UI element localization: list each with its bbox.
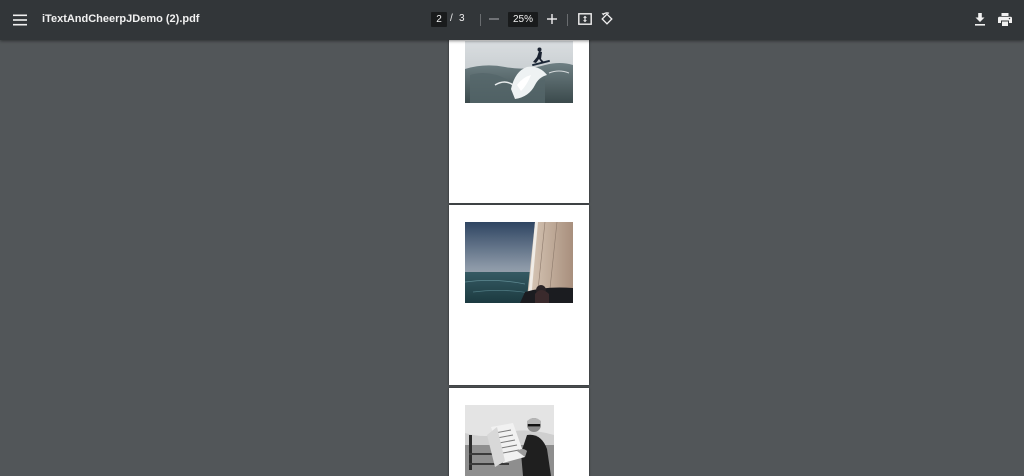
current-page-input[interactable]: 2 — [431, 12, 447, 27]
pdf-toolbar: iTextAndCheerpJDemo (2).pdf 2 / 3 25% — [0, 0, 1024, 40]
page-separator: / — [450, 13, 453, 24]
download-button[interactable] — [972, 11, 988, 27]
print-icon — [998, 12, 1012, 26]
download-icon — [975, 12, 985, 26]
fit-to-page-icon — [578, 13, 592, 25]
zoom-out-button[interactable] — [487, 11, 501, 27]
rotate-icon — [601, 12, 613, 25]
hamburger-menu-icon[interactable] — [10, 10, 30, 30]
fit-to-page-button[interactable] — [577, 11, 593, 27]
zoom-level-input[interactable]: 25% — [508, 12, 538, 27]
plus-icon — [547, 14, 557, 24]
total-pages: 3 — [459, 13, 465, 24]
man-reading-newspaper-photo — [465, 405, 554, 476]
pdf-page — [449, 205, 589, 385]
toolbar-divider — [567, 14, 568, 26]
minus-icon — [489, 18, 499, 20]
print-button[interactable] — [996, 11, 1014, 27]
file-title: iTextAndCheerpJDemo (2).pdf — [42, 13, 200, 25]
document-viewer[interactable] — [0, 40, 1024, 476]
pdf-page — [449, 388, 589, 476]
pdf-page — [449, 40, 589, 203]
rotate-button[interactable] — [599, 11, 615, 27]
toolbar-divider — [480, 14, 481, 26]
zoom-in-button[interactable] — [544, 11, 560, 27]
sailboat-photo — [465, 222, 573, 303]
surfer-photo — [465, 41, 573, 103]
